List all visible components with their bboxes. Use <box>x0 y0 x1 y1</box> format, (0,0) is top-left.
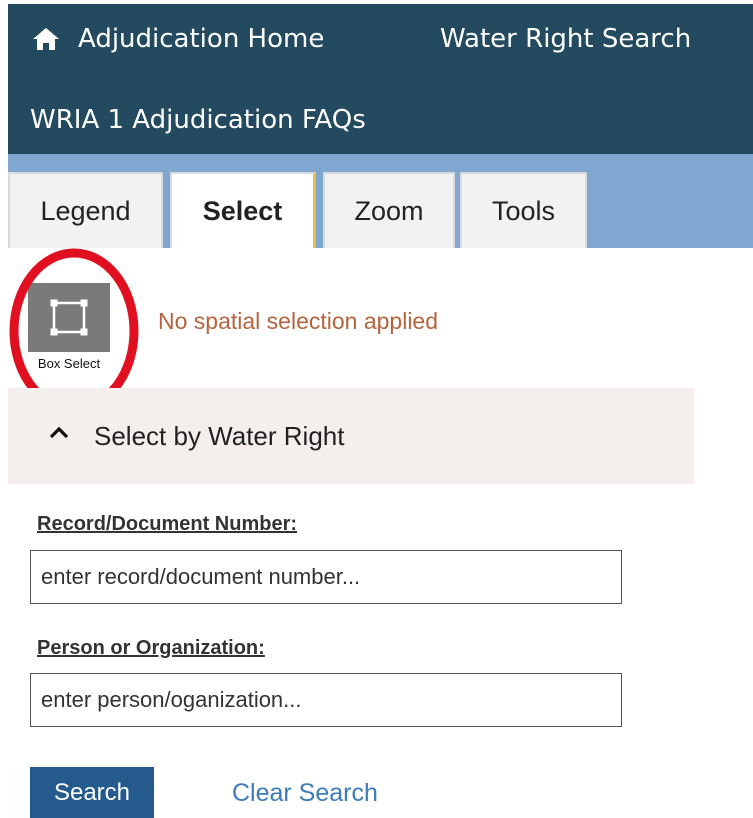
nav-home-label: Adjudication Home <box>78 24 325 54</box>
select-by-water-right-header[interactable]: Select by Water Right <box>8 388 694 484</box>
box-select-label: Box Select <box>37 356 101 371</box>
record-number-input[interactable] <box>30 550 622 604</box>
tab-legend[interactable]: Legend <box>8 172 163 248</box>
tab-select[interactable]: Select <box>170 172 316 248</box>
nav-adjudication-faqs[interactable]: WRIA 1 Adjudication FAQs <box>30 105 366 135</box>
left-edge <box>0 0 8 818</box>
box-select-tile <box>28 283 110 352</box>
person-organization-input[interactable] <box>30 673 622 727</box>
top-navbar: Adjudication Home Water Right Search WRI… <box>8 4 753 154</box>
tab-bar: Legend Select Zoom Tools <box>8 154 753 248</box>
person-organization-label: Person or Organization: <box>37 637 265 659</box>
search-button[interactable]: Search <box>30 767 154 818</box>
chevron-up-icon <box>49 426 69 439</box>
tab-zoom[interactable]: Zoom <box>323 172 455 248</box>
nav-adjudication-home[interactable]: Adjudication Home <box>32 24 324 54</box>
record-number-label: Record/Document Number: <box>37 513 298 535</box>
selection-status: No spatial selection applied <box>158 308 439 334</box>
box-select-button[interactable]: Box Select <box>27 283 111 371</box>
clear-search-link[interactable]: Clear Search <box>232 779 378 808</box>
accordion-title: Select by Water Right <box>94 421 345 451</box>
nav-water-right-search[interactable]: Water Right Search <box>440 24 691 54</box>
tab-tools[interactable]: Tools <box>460 172 587 248</box>
box-select-icon <box>50 299 88 336</box>
home-icon <box>33 28 59 50</box>
